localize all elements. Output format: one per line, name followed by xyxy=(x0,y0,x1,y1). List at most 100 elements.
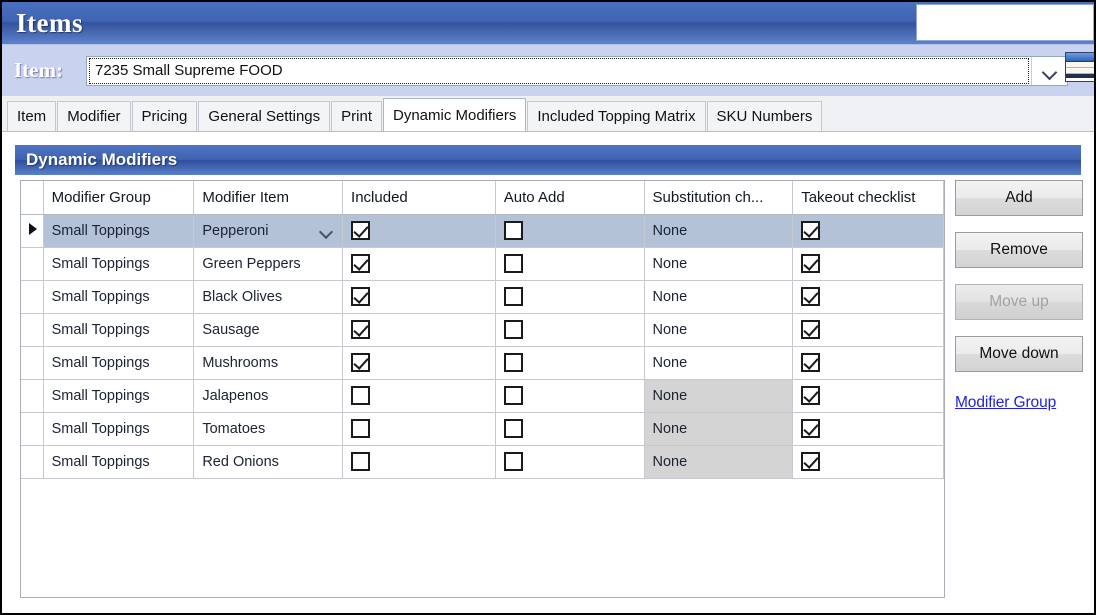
row-selector-cell[interactable] xyxy=(21,247,44,281)
item-dropdown-button[interactable] xyxy=(1031,56,1067,85)
cell-included[interactable] xyxy=(342,247,496,281)
cell-takeout-checklist[interactable] xyxy=(792,313,944,347)
table-row[interactable]: Small Toppings Pepperoni None xyxy=(21,214,944,248)
table-row[interactable]: Small Toppings Green Peppers None xyxy=(21,247,944,281)
cell-takeout-checklist[interactable] xyxy=(792,214,944,248)
item-combobox[interactable]: 7235 Small Supreme FOOD xyxy=(86,55,1068,86)
takeout-checklist-checkbox[interactable] xyxy=(801,221,821,240)
cell-included[interactable] xyxy=(342,280,496,314)
cell-takeout-checklist[interactable] xyxy=(792,379,944,413)
included-checkbox[interactable] xyxy=(351,287,371,306)
tab-print[interactable]: Print xyxy=(331,101,382,131)
cell-auto-add[interactable] xyxy=(495,379,645,413)
auto-add-checkbox[interactable] xyxy=(503,419,523,438)
cell-auto-add[interactable] xyxy=(495,346,645,380)
cell-auto-add[interactable] xyxy=(495,247,645,281)
tab-pricing[interactable]: Pricing xyxy=(131,101,198,131)
cell-included[interactable] xyxy=(342,412,496,446)
cell-auto-add[interactable] xyxy=(495,280,645,314)
cell-modifier-group[interactable]: Small Toppings xyxy=(43,445,195,479)
table-row[interactable]: Small Toppings Sausage None xyxy=(21,313,944,347)
cell-modifier-item[interactable]: Mushrooms xyxy=(193,346,344,380)
takeout-checklist-checkbox[interactable] xyxy=(801,452,821,471)
table-row[interactable]: Small Toppings Tomatoes None xyxy=(21,412,944,446)
cell-modifier-item[interactable]: Green Peppers xyxy=(193,247,344,281)
auto-add-checkbox[interactable] xyxy=(503,254,523,273)
auto-add-checkbox[interactable] xyxy=(503,221,523,240)
auto-add-checkbox[interactable] xyxy=(503,386,523,405)
cell-included[interactable] xyxy=(342,445,496,479)
cell-modifier-group[interactable]: Small Toppings xyxy=(43,247,195,281)
move-down-button[interactable]: Move down xyxy=(955,336,1083,372)
cell-auto-add[interactable] xyxy=(495,313,645,347)
tab-item[interactable]: Item xyxy=(7,101,57,131)
takeout-checklist-checkbox[interactable] xyxy=(801,320,821,339)
row-selector-cell[interactable] xyxy=(21,412,44,446)
cell-substitution-charge[interactable]: None xyxy=(644,214,794,248)
cell-included[interactable] xyxy=(342,214,496,248)
cell-modifier-group[interactable]: Small Toppings xyxy=(43,346,195,380)
add-button[interactable]: Add xyxy=(955,180,1083,216)
cell-takeout-checklist[interactable] xyxy=(792,280,944,314)
cell-takeout-checklist[interactable] xyxy=(792,247,944,281)
cell-modifier-group[interactable]: Small Toppings xyxy=(43,214,195,248)
cell-modifier-group[interactable]: Small Toppings xyxy=(43,280,195,314)
cell-auto-add[interactable] xyxy=(495,214,645,248)
tab-sku-numbers[interactable]: SKU Numbers xyxy=(706,101,823,131)
auto-add-checkbox[interactable] xyxy=(503,320,523,339)
included-checkbox[interactable] xyxy=(351,320,371,339)
tab-included-topping-matrix[interactable]: Included Topping Matrix xyxy=(527,101,706,131)
cell-auto-add[interactable] xyxy=(495,445,645,479)
included-checkbox[interactable] xyxy=(351,419,371,438)
takeout-checklist-checkbox[interactable] xyxy=(801,353,821,372)
cell-substitution-charge[interactable]: None xyxy=(644,346,794,380)
takeout-checklist-checkbox[interactable] xyxy=(801,386,821,405)
cell-auto-add[interactable] xyxy=(495,412,645,446)
tab-general-settings[interactable]: General Settings xyxy=(198,101,331,131)
included-checkbox[interactable] xyxy=(351,452,371,471)
column-header-auto-add[interactable]: Auto Add xyxy=(495,181,645,215)
cell-modifier-group[interactable]: Small Toppings xyxy=(43,313,195,347)
included-checkbox[interactable] xyxy=(351,221,371,240)
remove-button[interactable]: Remove xyxy=(955,232,1083,268)
cell-substitution-charge[interactable]: None xyxy=(644,247,794,281)
table-row[interactable]: Small Toppings Black Olives None xyxy=(21,280,944,314)
cell-modifier-item[interactable]: Jalapenos xyxy=(193,379,344,413)
row-selector-cell[interactable] xyxy=(21,280,44,314)
takeout-checklist-checkbox[interactable] xyxy=(801,254,821,273)
tab-dynamic-modifiers[interactable]: Dynamic Modifiers xyxy=(382,98,527,131)
column-header-substitution[interactable]: Substitution ch... xyxy=(644,181,794,215)
cell-modifier-item[interactable]: Sausage xyxy=(193,313,344,347)
takeout-checklist-checkbox[interactable] xyxy=(801,287,821,306)
item-input[interactable]: 7235 Small Supreme FOOD xyxy=(89,57,1029,84)
takeout-checklist-checkbox[interactable] xyxy=(801,419,821,438)
row-selector-cell[interactable] xyxy=(21,313,44,347)
grid-window-icon[interactable] xyxy=(1065,52,1094,82)
column-header-modifier-group[interactable]: Modifier Group xyxy=(43,181,195,215)
row-selector-cell[interactable] xyxy=(21,445,44,479)
dynamic-modifiers-grid[interactable]: Modifier Group Modifier Item Included Au… xyxy=(20,180,945,598)
column-header-included[interactable]: Included xyxy=(342,181,496,215)
auto-add-checkbox[interactable] xyxy=(503,287,523,306)
included-checkbox[interactable] xyxy=(351,254,371,273)
included-checkbox[interactable] xyxy=(351,353,371,372)
modifier-group-link[interactable]: Modifier Group xyxy=(955,394,1056,412)
row-selector-cell[interactable] xyxy=(21,379,44,413)
cell-modifier-item[interactable]: Red Onions xyxy=(193,445,344,479)
cell-substitution-charge[interactable]: None xyxy=(644,313,794,347)
included-checkbox[interactable] xyxy=(351,386,371,405)
cell-modifier-group[interactable]: Small Toppings xyxy=(43,412,195,446)
cell-included[interactable] xyxy=(342,379,496,413)
row-selector-cell[interactable] xyxy=(21,214,44,248)
cell-modifier-item[interactable]: Pepperoni xyxy=(193,214,344,248)
cell-modifier-item[interactable]: Black Olives xyxy=(193,280,344,314)
column-header-takeout-checklist[interactable]: Takeout checklist xyxy=(792,181,944,215)
cell-takeout-checklist[interactable] xyxy=(792,412,944,446)
column-header-modifier-item[interactable]: Modifier Item xyxy=(193,181,344,215)
chevron-down-icon[interactable] xyxy=(320,227,332,235)
cell-included[interactable] xyxy=(342,346,496,380)
table-row[interactable]: Small Toppings Red Onions None xyxy=(21,445,944,479)
cell-modifier-group[interactable]: Small Toppings xyxy=(43,379,195,413)
auto-add-checkbox[interactable] xyxy=(503,353,523,372)
table-row[interactable]: Small Toppings Mushrooms None xyxy=(21,346,944,380)
